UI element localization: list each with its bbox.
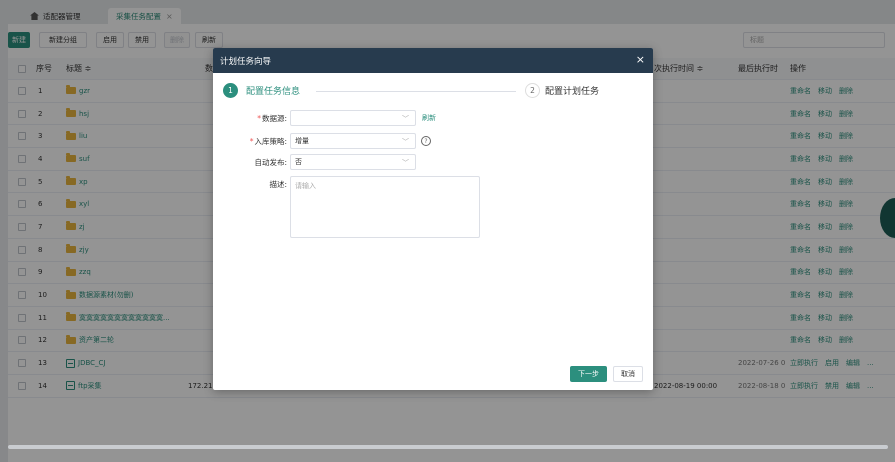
dialog-title: 计划任务向导 (220, 56, 272, 67)
auto-publish-label: 自动发布: (254, 157, 287, 167)
horizontal-scrollbar[interactable] (8, 445, 888, 449)
strategy-label: * 入库策略: (249, 136, 287, 146)
step-2-label: 配置计划任务 (545, 87, 600, 97)
step-1-label: 配置任务信息 (246, 87, 301, 97)
step-1-circle: 1 (223, 83, 238, 98)
cancel-button[interactable]: 取消 (613, 366, 643, 382)
auto-publish-select[interactable]: 否 ﹀ (290, 154, 416, 170)
description-textarea[interactable]: 请输入 (290, 176, 480, 238)
datasource-select[interactable]: ﹀ (290, 110, 416, 126)
wizard-steps: 1 配置任务信息 2 配置计划任务 (213, 83, 653, 99)
plan-task-wizard-dialog: 计划任务向导 × 1 配置任务信息 2 配置计划任务 * 数据源: ﹀ 刷新 * 入… (213, 48, 653, 390)
dialog-footer: 下一步 取消 (564, 366, 643, 382)
step-divider (316, 91, 516, 92)
dialog-header: 计划任务向导 × (213, 48, 653, 73)
step-2-circle: 2 (525, 83, 540, 98)
chevron-down-icon: ﹀ (402, 115, 409, 123)
strategy-select[interactable]: 增量 ﹀ (290, 133, 416, 149)
refresh-link[interactable]: 刷新 (422, 110, 436, 126)
chevron-down-icon: ﹀ (402, 138, 409, 146)
datasource-label: * 数据源: (257, 113, 287, 123)
help-icon[interactable]: ? (421, 136, 431, 146)
description-label: 描述: (269, 179, 287, 189)
next-button[interactable]: 下一步 (570, 366, 607, 382)
close-icon[interactable]: × (636, 53, 645, 66)
chevron-down-icon: ﹀ (402, 159, 409, 167)
